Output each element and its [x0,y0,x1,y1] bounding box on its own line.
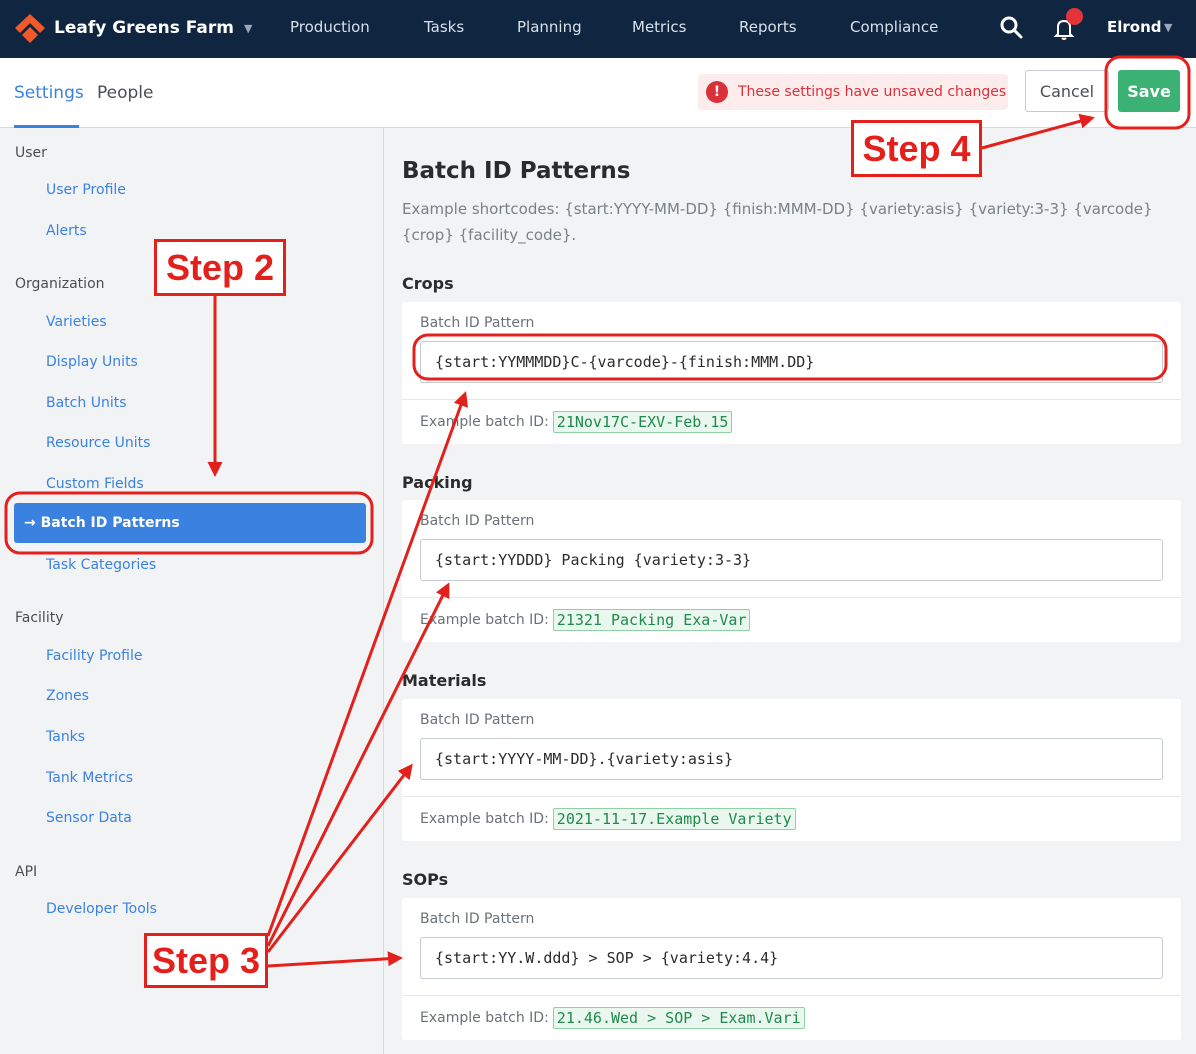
divider [402,796,1181,797]
sops-example-id: 21.46.Wed > SOP > Exam.Vari [552,1007,805,1029]
top-navbar: Leafy Greens Farm ▼ Production Tasks Pla… [0,0,1196,58]
sops-pattern-input[interactable]: {start:YY.W.ddd} > SOP > {variety:4.4} [420,937,1163,979]
section-title-crops: Crops [402,274,454,293]
cancel-button[interactable]: Cancel [1025,70,1109,112]
settings-header: Settings People ! These settings have un… [0,58,1196,128]
sidebar-item-tanks[interactable]: Tanks [46,729,85,745]
brand-name: Leafy Greens Farm [54,18,234,38]
sops-example: Example batch ID: 21.46.Wed > SOP > Exam… [420,1007,805,1029]
packing-example-id: 21321 Packing Exa-Var [552,609,751,631]
sidebar-item-varieties[interactable]: Varieties [46,314,107,330]
nav-metrics[interactable]: Metrics [632,18,686,36]
alert-icon: ! [706,81,728,103]
crops-card: Batch ID Pattern {start:YYMMMDD}C-{varco… [402,302,1181,444]
save-button[interactable]: Save [1118,70,1180,112]
sidebar-item-display-units[interactable]: Display Units [46,354,138,370]
sidebar-item-tank-metrics[interactable]: Tank Metrics [46,770,133,786]
step2-label: Step 2 [154,239,286,296]
step3-label: Step 3 [144,933,268,988]
user-menu[interactable]: Elrond [1107,18,1162,36]
divider [402,597,1181,598]
unsaved-changes-banner: ! These settings have unsaved changes [698,74,1008,110]
packing-example: Example batch ID: 21321 Packing Exa-Var [420,609,751,631]
crops-example-id: 21Nov17C-EXV-Feb.15 [552,411,733,433]
crops-pattern-input[interactable]: {start:YYMMMDD}C-{varcode}-{finish:MMM.D… [420,341,1163,383]
nav-compliance[interactable]: Compliance [850,18,938,36]
nav-production[interactable]: Production [290,18,370,36]
section-title-packing: Packing [402,473,473,492]
field-label: Batch ID Pattern [420,712,535,728]
field-label: Batch ID Pattern [420,513,535,529]
sidebar-group-user: User [15,145,47,161]
sidebar-item-batch-units[interactable]: Batch Units [46,395,127,411]
sidebar-item-custom-fields[interactable]: Custom Fields [46,476,144,492]
materials-card: Batch ID Pattern {start:YYYY-MM-DD}.{var… [402,699,1181,841]
sidebar-item-batch-id-patterns[interactable]: → Batch ID Patterns [14,503,366,543]
sidebar-group-api: API [15,864,38,880]
materials-example-id: 2021-11-17.Example Variety [552,808,796,830]
sidebar-item-sensor-data[interactable]: Sensor Data [46,810,132,826]
sidebar-item-resource-units[interactable]: Resource Units [46,435,150,451]
chevron-down-icon: ▼ [243,21,253,35]
notification-badge [1066,8,1083,25]
section-title-materials: Materials [402,671,487,690]
divider [402,995,1181,996]
sidebar-item-developer-tools[interactable]: Developer Tools [46,901,157,917]
field-label: Batch ID Pattern [420,911,535,927]
materials-pattern-input[interactable]: {start:YYYY-MM-DD}.{variety:asis} [420,738,1163,780]
materials-example: Example batch ID: 2021-11-17.Example Var… [420,808,796,830]
sidebar-item-facility-profile[interactable]: Facility Profile [46,648,142,664]
sidebar-group-organization: Organization [15,276,105,292]
packing-pattern-input[interactable]: {start:YYDDD} Packing {variety:3-3} [420,539,1163,581]
sidebar-item-alerts[interactable]: Alerts [46,223,87,239]
farm-logo-icon [15,14,45,43]
example-label: Example batch ID: [420,811,549,827]
example-label: Example batch ID: [420,1010,549,1026]
crops-example: Example batch ID: 21Nov17C-EXV-Feb.15 [420,411,733,433]
sops-card: Batch ID Pattern {start:YY.W.ddd} > SOP … [402,898,1181,1040]
divider [402,399,1181,400]
sidebar-item-zones[interactable]: Zones [46,688,89,704]
search-icon[interactable] [998,14,1026,42]
tab-settings[interactable]: Settings [14,83,84,103]
main-content: Batch ID Patterns Example shortcodes: {s… [385,128,1196,1054]
packing-card: Batch ID Pattern {start:YYDDD} Packing {… [402,500,1181,642]
nav-reports[interactable]: Reports [739,18,797,36]
shortcodes-help: Example shortcodes: {start:YYYY-MM-DD} {… [402,200,1153,244]
page-title: Batch ID Patterns [402,158,631,184]
sidebar-item-user-profile[interactable]: User Profile [46,182,126,198]
unsaved-message: These settings have unsaved changes [738,84,1007,100]
example-label: Example batch ID: [420,414,549,430]
section-title-sops: SOPs [402,870,449,889]
nav-planning[interactable]: Planning [517,18,582,36]
brand-switcher[interactable]: Leafy Greens Farm ▼ [14,11,252,45]
field-label: Batch ID Pattern [420,315,535,331]
tab-people[interactable]: People [97,83,153,103]
nav-tasks[interactable]: Tasks [424,18,464,36]
chevron-down-icon: ▼ [1164,21,1173,34]
sidebar-item-task-categories[interactable]: Task Categories [46,557,156,573]
sidebar-group-facility: Facility [15,610,64,626]
step4-label: Step 4 [851,120,982,177]
example-label: Example batch ID: [420,612,549,628]
